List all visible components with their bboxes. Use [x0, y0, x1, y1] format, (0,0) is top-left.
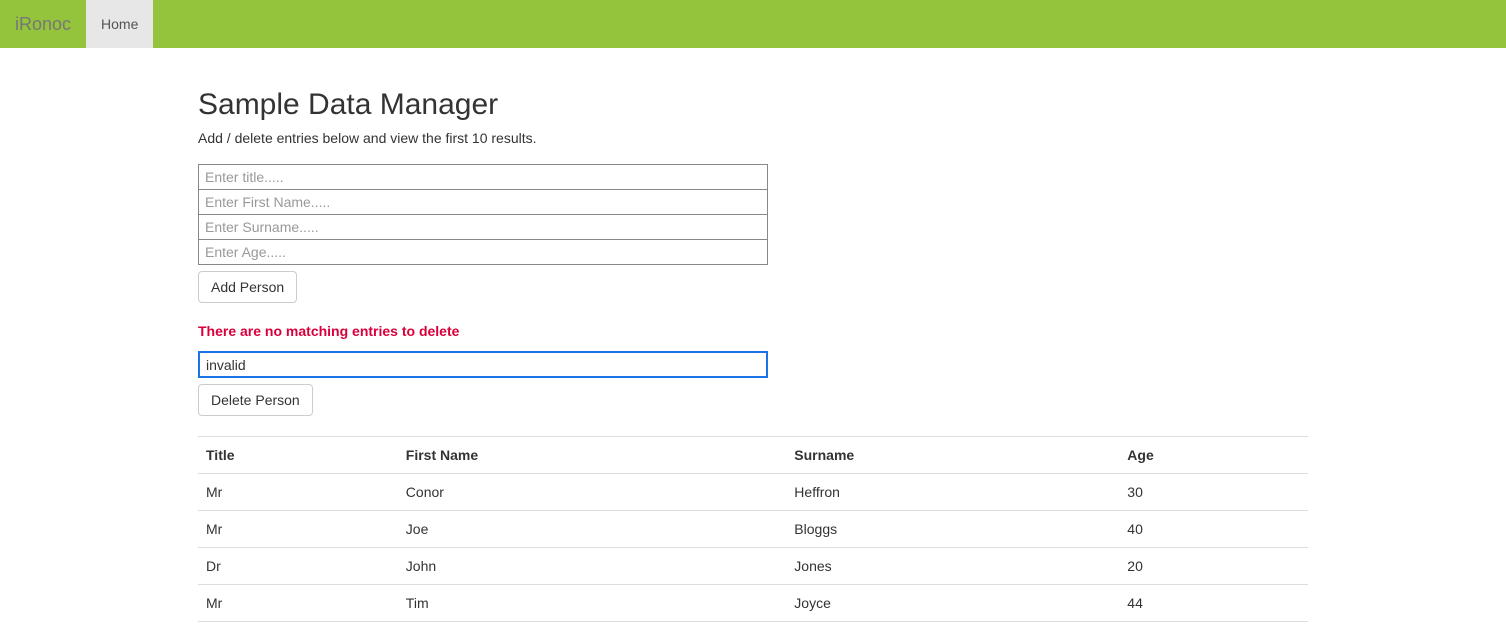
cell-first-name: Conor: [398, 474, 787, 511]
table-row: Dr John Jones 20: [198, 548, 1308, 585]
cell-title: Mr: [198, 511, 398, 548]
delete-person-button[interactable]: Delete Person: [198, 384, 313, 416]
table-row: Mr Conor Heffron 30: [198, 474, 1308, 511]
cell-surname: Heffron: [786, 474, 1119, 511]
cell-title: Dr: [198, 548, 398, 585]
header-title: Title: [198, 437, 398, 474]
brand-link[interactable]: iRonoc: [0, 0, 86, 48]
cell-age: 20: [1119, 548, 1308, 585]
header-surname: Surname: [786, 437, 1119, 474]
cell-age: 30: [1119, 474, 1308, 511]
age-input[interactable]: [198, 239, 768, 265]
table-row: Mr Tim Joyce 44: [198, 585, 1308, 622]
first-name-input[interactable]: [198, 189, 768, 215]
cell-first-name: John: [398, 548, 787, 585]
cell-surname: Jones: [786, 548, 1119, 585]
cell-surname: Joyce: [786, 585, 1119, 622]
cell-age: 44: [1119, 585, 1308, 622]
delete-person-form: Delete Person: [198, 351, 768, 416]
home-nav-link[interactable]: Home: [86, 0, 153, 48]
cell-first-name: Joe: [398, 511, 787, 548]
page-title: Sample Data Manager: [198, 88, 1308, 122]
add-person-form: Add Person: [198, 164, 768, 303]
header-first-name: First Name: [398, 437, 787, 474]
add-person-button[interactable]: Add Person: [198, 271, 297, 303]
navbar: iRonoc Home: [0, 0, 1506, 48]
delete-error-message: There are no matching entries to delete: [198, 323, 1308, 339]
subtitle: Add / delete entries below and view the …: [198, 130, 1308, 146]
title-input[interactable]: [198, 164, 768, 190]
cell-first-name: Tim: [398, 585, 787, 622]
surname-input[interactable]: [198, 214, 768, 240]
table-row: Mr Joe Bloggs 40: [198, 511, 1308, 548]
cell-title: Mr: [198, 585, 398, 622]
main-container: Sample Data Manager Add / delete entries…: [183, 88, 1323, 622]
cell-title: Mr: [198, 474, 398, 511]
cell-age: 40: [1119, 511, 1308, 548]
header-age: Age: [1119, 437, 1308, 474]
results-table: Title First Name Surname Age Mr Conor He…: [198, 436, 1308, 622]
delete-input[interactable]: [198, 351, 768, 378]
table-header-row: Title First Name Surname Age: [198, 437, 1308, 474]
cell-surname: Bloggs: [786, 511, 1119, 548]
table-body: Mr Conor Heffron 30 Mr Joe Bloggs 40 Dr …: [198, 474, 1308, 622]
